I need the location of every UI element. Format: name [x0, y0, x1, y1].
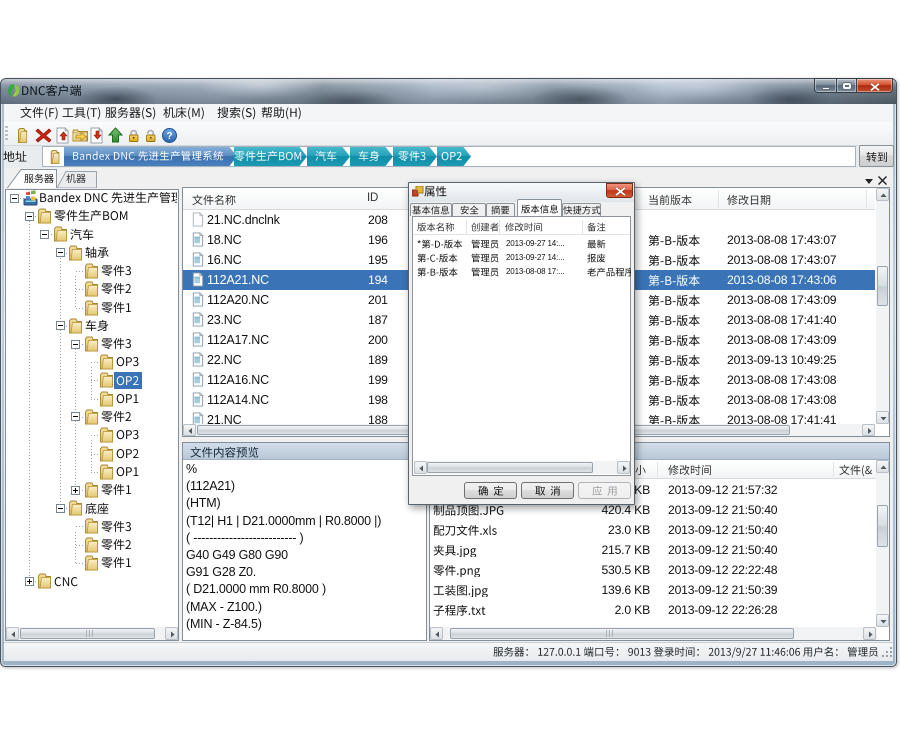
svg-text:?: ?: [166, 131, 172, 142]
